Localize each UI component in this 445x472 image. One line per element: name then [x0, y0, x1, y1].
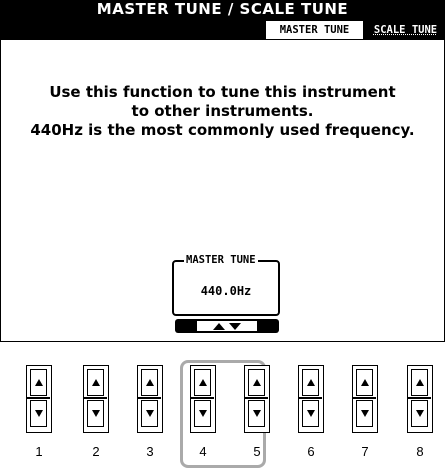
help-line-3: 440Hz is the most commonly used frequenc…	[30, 121, 415, 139]
help-line-2: to other instruments.	[131, 102, 314, 120]
button-8-up[interactable]	[411, 369, 428, 396]
hw-button-1	[26, 365, 52, 433]
up-down-arrows-icon	[197, 321, 257, 331]
button-number-8: 8	[416, 444, 424, 459]
button-4-up[interactable]	[194, 369, 211, 396]
help-line-1: Use this function to tune this instrumen…	[49, 83, 396, 101]
hw-button-3	[137, 365, 163, 433]
button-number-6: 6	[307, 444, 315, 459]
button-1-up[interactable]	[30, 369, 47, 396]
lcd-screen: MASTER TUNE / SCALE TUNE MASTER TUNE SCA…	[0, 0, 445, 342]
button-6-up[interactable]	[302, 369, 319, 396]
triangle-down-icon	[252, 410, 261, 417]
button-number-4: 4	[199, 444, 207, 459]
button-7-up[interactable]	[356, 369, 373, 396]
button-number-1: 1	[35, 444, 43, 459]
button-3-down[interactable]	[141, 400, 158, 427]
button-5-up[interactable]	[248, 369, 265, 396]
button-6-down[interactable]	[302, 400, 319, 427]
master-tune-value: 440.0Hz	[200, 284, 252, 298]
tab-strip: MASTER TUNE SCALE TUNE	[0, 18, 445, 40]
triangle-up-icon	[198, 379, 207, 386]
triangle-down-icon	[145, 410, 154, 417]
button-7-down[interactable]	[356, 400, 373, 427]
triangle-up-icon	[145, 379, 154, 386]
master-tune-adjust-button[interactable]	[175, 319, 279, 333]
tab-scale-tune[interactable]: SCALE TUNE	[366, 21, 445, 39]
button-8-down[interactable]	[411, 400, 428, 427]
triangle-down-icon	[415, 410, 424, 417]
hw-button-8	[407, 365, 433, 433]
tab-master-tune[interactable]: MASTER TUNE	[266, 21, 363, 39]
button-number-3: 3	[146, 444, 154, 459]
hardware-buttons: 1 2 3 4 5 6 7 8	[0, 360, 445, 472]
hw-button-4	[190, 365, 216, 433]
hw-button-2	[83, 365, 109, 433]
page-title: MASTER TUNE / SCALE TUNE	[0, 0, 445, 18]
button-number-2: 2	[92, 444, 100, 459]
triangle-up-icon	[415, 379, 424, 386]
triangle-down-icon	[34, 410, 43, 417]
master-tune-box: MASTER TUNE 440.0Hz	[172, 254, 280, 316]
master-tune-label: MASTER TUNE	[184, 254, 258, 266]
triangle-up-icon	[91, 379, 100, 386]
hw-button-7	[352, 365, 378, 433]
triangle-down-icon	[360, 410, 369, 417]
button-3-up[interactable]	[141, 369, 158, 396]
button-4-down[interactable]	[194, 400, 211, 427]
triangle-up-icon	[252, 379, 261, 386]
button-2-down[interactable]	[87, 400, 104, 427]
hw-button-5	[244, 365, 270, 433]
triangle-up-icon	[306, 379, 315, 386]
button-1-down[interactable]	[30, 400, 47, 427]
help-message: Use this function to tune this instrumen…	[0, 83, 445, 140]
triangle-up-icon	[360, 379, 369, 386]
button-2-up[interactable]	[87, 369, 104, 396]
triangle-up-icon	[34, 379, 43, 386]
triangle-down-icon	[198, 410, 207, 417]
button-5-down[interactable]	[248, 400, 265, 427]
hw-button-6	[298, 365, 324, 433]
button-number-5: 5	[253, 444, 261, 459]
triangle-down-icon	[306, 410, 315, 417]
triangle-down-icon	[91, 410, 100, 417]
button-number-7: 7	[361, 444, 369, 459]
